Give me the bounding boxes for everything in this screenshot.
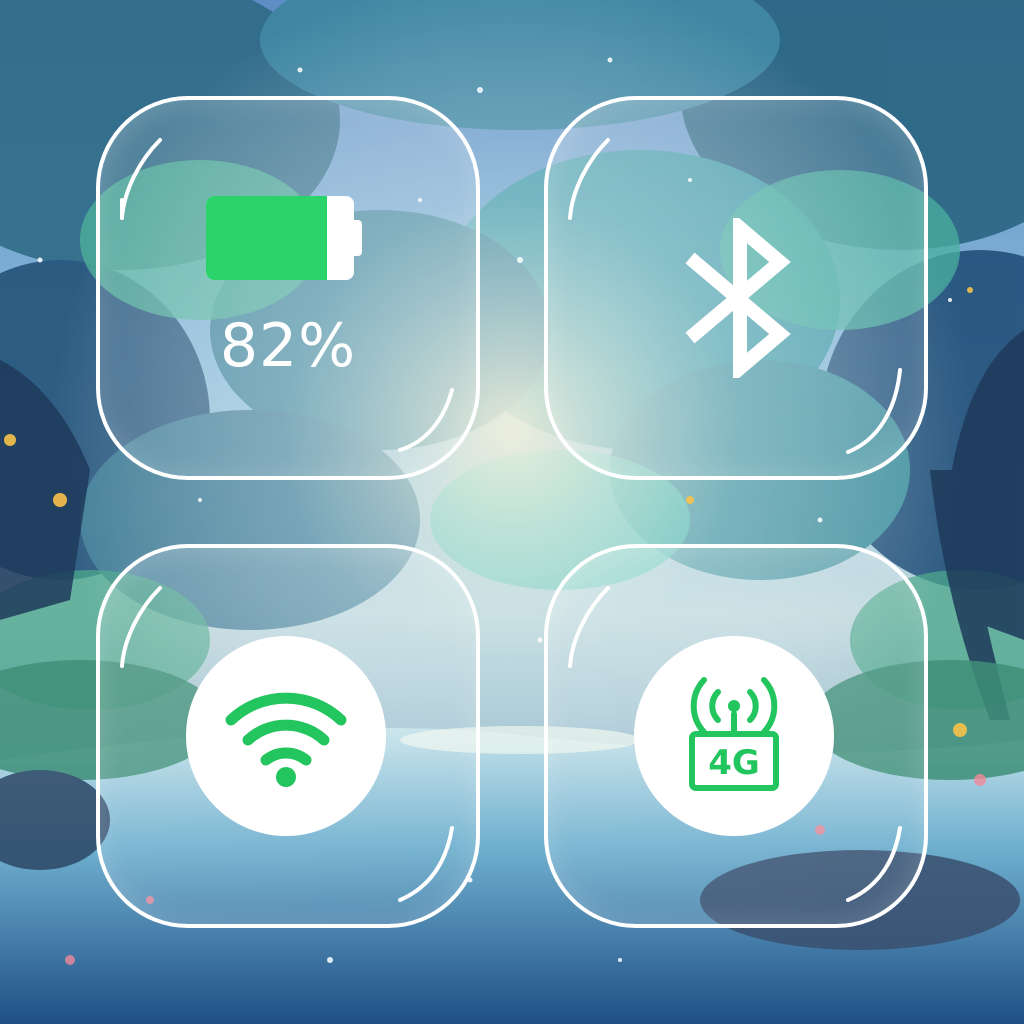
bluetooth-icon bbox=[685, 218, 791, 378]
wifi-tile[interactable] bbox=[96, 544, 480, 928]
wifi-icon bbox=[225, 692, 347, 787]
wifi-badge bbox=[186, 636, 386, 836]
battery-terminal bbox=[354, 220, 362, 256]
cellular-badge: 4G bbox=[634, 636, 834, 836]
battery-icon bbox=[206, 196, 362, 284]
battery-fill bbox=[206, 196, 328, 280]
cellular-tile[interactable]: 4G bbox=[544, 544, 928, 928]
network-type-label: 4G bbox=[708, 743, 760, 783]
battery-percent-label: 82% bbox=[219, 311, 357, 381]
battery-body bbox=[206, 196, 354, 280]
bluetooth-tile[interactable] bbox=[544, 96, 928, 480]
battery-tile[interactable]: 82% bbox=[96, 96, 480, 480]
tile-gloss bbox=[120, 138, 454, 452]
cellular-4g-icon: 4G bbox=[689, 677, 779, 791]
